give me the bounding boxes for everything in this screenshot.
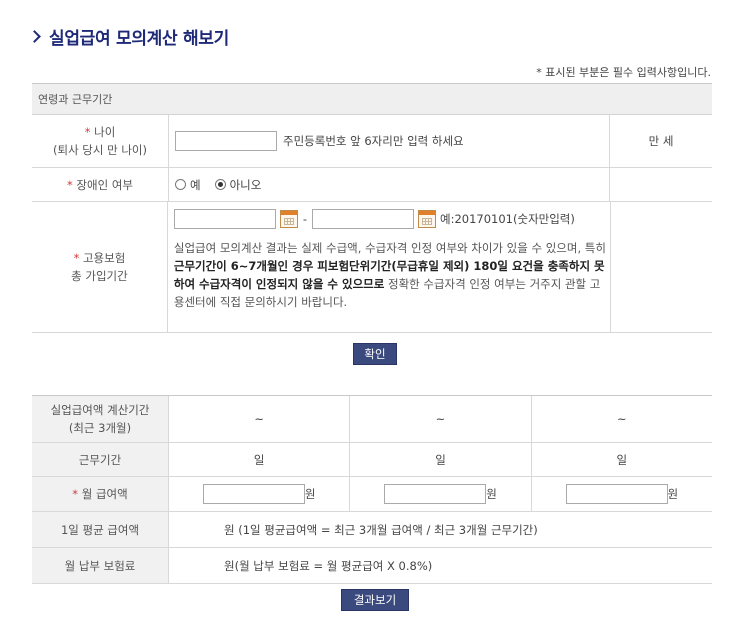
won-unit: 원 [304, 487, 316, 501]
disability-label-text: 장애인 여부 [76, 177, 133, 192]
result-button[interactable]: 결과보기 [341, 589, 409, 611]
period-row: 실업급여액 계산기간 (최근 3개월) ~ ~ ~ [32, 396, 712, 443]
work-days-label: 근무기간 [32, 443, 169, 476]
required-star: * [84, 125, 91, 139]
page-title-text: 실업급여 모의계산 해보기 [49, 29, 229, 49]
date-format-hint: 예:20170101(숫자만입력) [440, 212, 575, 226]
insurance-label: * 고용보험 총 가입기간 [32, 202, 168, 332]
birthdate-input[interactable] [175, 131, 277, 151]
insurance-period-inputs: - 예:20170101(숫자만입력) [173, 209, 575, 229]
insurance-row: * 고용보험 총 가입기간 - 예:20170101(숫자만입력) 실업급여 모… [32, 202, 712, 333]
period-label-text: 실업급여액 계산기간 [50, 403, 150, 417]
required-star: * [72, 487, 79, 501]
monthly-pay-row: * 월 급여액 원 원 원 [32, 477, 712, 512]
age-result: 만 세 [609, 115, 712, 167]
page-title: 실업급여 모의계산 해보기 [28, 24, 229, 49]
daily-average-formula: 원 (1일 평균급여액 = 최근 3개월 급여액 / 최근 3개월 근무기간) [224, 522, 538, 537]
age-label: * 나이 (퇴사 당시 만 나이) [32, 115, 169, 167]
premium-row: 월 납부 보험료 원(월 납부 보험료 = 월 평균급여 X 0.8%) [32, 548, 712, 584]
empty-cell [609, 202, 712, 332]
work-days-cell-2: 일 [349, 443, 530, 476]
calculation-section: 실업급여액 계산기간 (최근 3개월) ~ ~ ~ 근무기간 일 일 일 * 월… [32, 395, 712, 584]
premium-formula: 원(월 납부 보험료 = 월 평균급여 X 0.8%) [224, 558, 433, 573]
work-days-cell-3: 일 [530, 443, 712, 476]
date-dash: - [302, 212, 308, 226]
notice-text: 실업급여 모의계산 결과는 실제 수급액, 수급자격 인정 여부와 차이가 있을… [173, 241, 606, 255]
monthly-pay-label: * 월 급여액 [32, 477, 169, 511]
monthly-pay-input-3[interactable] [565, 484, 668, 504]
disability-options: 예 아니오 [169, 168, 609, 201]
monthly-pay-cell-2: 원 [349, 477, 530, 511]
daily-average-row: 1일 평균 급여액 원 (1일 평균급여액 = 최근 3개월 급여액 / 최근 … [32, 512, 712, 548]
period-cell-2: ~ [349, 396, 530, 442]
required-note: * 표시된 부분은 필수 입력사항입니다. [536, 66, 711, 79]
insurance-value-cell: - 예:20170101(숫자만입력) 실업급여 모의계산 결과는 실제 수급액… [168, 202, 610, 332]
age-row: * 나이 (퇴사 당시 만 나이) 주민등록번호 앞 6자리만 입력 하세요 만… [32, 115, 712, 168]
age-label-text: 나이 [94, 125, 116, 139]
monthly-pay-cell-1: 원 [169, 477, 349, 511]
period-sublabel: (최근 3개월) [68, 421, 132, 435]
section-header: 연령과 근무기간 [32, 84, 712, 115]
birthdate-hint: 주민등록번호 앞 6자리만 입력 하세요 [283, 134, 464, 148]
insurance-notice: 실업급여 모의계산 결과는 실제 수급액, 수급자격 인정 여부와 차이가 있을… [174, 239, 610, 311]
age-and-period-section: 연령과 근무기간 * 나이 (퇴사 당시 만 나이) 주민등록번호 앞 6자리만… [32, 83, 712, 333]
monthly-pay-label-text: 월 급여액 [81, 487, 128, 501]
insurance-sublabel: 총 가입기간 [71, 269, 128, 283]
work-days-row: 근무기간 일 일 일 [32, 443, 712, 477]
work-days-cell-1: 일 [253, 452, 265, 467]
required-star: * [67, 177, 73, 192]
won-unit: 원 [667, 487, 679, 501]
confirm-button[interactable]: 확인 [353, 343, 397, 365]
disability-row: * 장애인 여부 예 아니오 [32, 168, 712, 202]
empty-cell [609, 168, 712, 201]
disability-yes-radio[interactable] [175, 179, 186, 190]
period-label: 실업급여액 계산기간 (최근 3개월) [32, 396, 169, 442]
age-value-cell: 주민등록번호 앞 6자리만 입력 하세요 [169, 115, 609, 167]
disability-no-label: 아니오 [229, 177, 262, 192]
insurance-end-input[interactable] [312, 209, 415, 229]
period-cell-3: ~ [530, 396, 712, 442]
chevron-right-icon [28, 30, 41, 43]
insurance-start-input[interactable] [173, 209, 276, 229]
period-cell-1: ~ [254, 412, 264, 426]
monthly-pay-input-2[interactable] [384, 484, 487, 504]
daily-average-label: 1일 평균 급여액 [32, 512, 169, 547]
required-star: * [73, 251, 80, 265]
disability-no-radio[interactable] [214, 179, 226, 190]
calendar-icon[interactable] [418, 210, 437, 228]
won-unit: 원 [486, 487, 497, 501]
monthly-pay-cell-3: 원 [530, 477, 712, 511]
age-sublabel: (퇴사 당시 만 나이) [53, 143, 147, 157]
disability-yes-label: 예 [190, 177, 201, 192]
disability-label: * 장애인 여부 [32, 168, 169, 201]
calendar-icon[interactable] [279, 210, 298, 228]
insurance-label-text: 고용보험 [82, 251, 126, 265]
monthly-pay-input-1[interactable] [202, 484, 305, 504]
premium-label: 월 납부 보험료 [32, 548, 169, 583]
